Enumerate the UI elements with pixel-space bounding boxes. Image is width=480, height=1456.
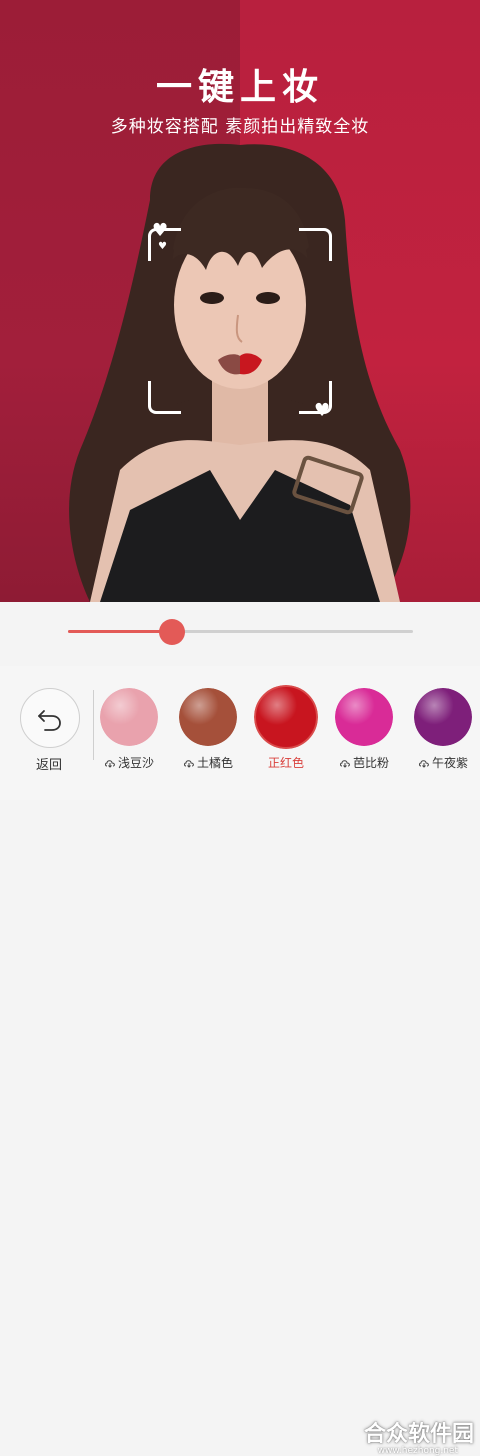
scan-corner-bottom-left	[148, 381, 181, 414]
cloud-download-icon	[183, 760, 194, 768]
lipstick-swatch[interactable]	[414, 688, 472, 746]
swatch-color	[254, 685, 318, 749]
swatch-label[interactable]: 芭比粉	[326, 754, 402, 771]
swatch-label[interactable]: 正红色	[248, 754, 324, 771]
hero-title: 一键上妆	[155, 67, 324, 108]
watermark-url: www.hezhong.net	[377, 1446, 458, 1456]
slider-fill	[68, 630, 172, 633]
cloud-download-icon	[339, 760, 350, 768]
watermark-logo: 合众软件园	[363, 1422, 474, 1447]
swatch-label-text: 土橘色	[196, 756, 233, 770]
intensity-slider-area	[0, 602, 480, 666]
hero-subtitle: 多种妆容搭配 素颜拍出精致全妆	[110, 117, 370, 137]
swatch-label[interactable]: 午夜紫	[405, 754, 480, 771]
swatch-label-text: 浅豆沙	[117, 756, 154, 770]
scan-corner-top-right	[299, 228, 332, 261]
swatch-label[interactable]: 土橘色	[170, 754, 246, 771]
face-scan-frame	[148, 228, 332, 414]
makeup-preview: 一键上妆 多种妆容搭配 素颜拍出精致全妆 ♥ ♥ ♥	[0, 0, 480, 602]
swatch-label-text: 正红色	[267, 756, 304, 770]
swatch-color	[335, 688, 393, 746]
slider-thumb[interactable]	[158, 619, 185, 645]
swatch-label[interactable]: 浅豆沙	[91, 754, 167, 771]
heart-icon: ♥	[314, 400, 331, 421]
lipstick-swatch[interactable]	[100, 688, 158, 746]
lipstick-swatch[interactable]	[254, 685, 318, 749]
swatch-color	[179, 688, 237, 746]
toolbar-divider	[93, 690, 94, 760]
swatch-label-text: 午夜紫	[431, 756, 468, 770]
swatch-label-text: 芭比粉	[352, 756, 389, 770]
heart-small-icon: ♥	[158, 241, 167, 252]
swatch-color	[414, 688, 472, 746]
swatch-color	[100, 688, 158, 746]
makeup-toolbar: 返回 浅豆沙 土橘色 正红色 芭比粉 午夜紫 合众软件园 www.hezhong.net	[0, 666, 480, 1456]
back-label[interactable]: 返回	[20, 754, 78, 773]
undo-arrow-icon	[38, 710, 61, 731]
lipstick-swatch[interactable]	[335, 688, 393, 746]
back-button[interactable]	[20, 688, 80, 748]
cloud-download-icon	[418, 760, 429, 768]
lipstick-swatch[interactable]	[179, 688, 237, 746]
intensity-slider[interactable]	[68, 619, 413, 645]
cloud-download-icon	[104, 760, 115, 768]
